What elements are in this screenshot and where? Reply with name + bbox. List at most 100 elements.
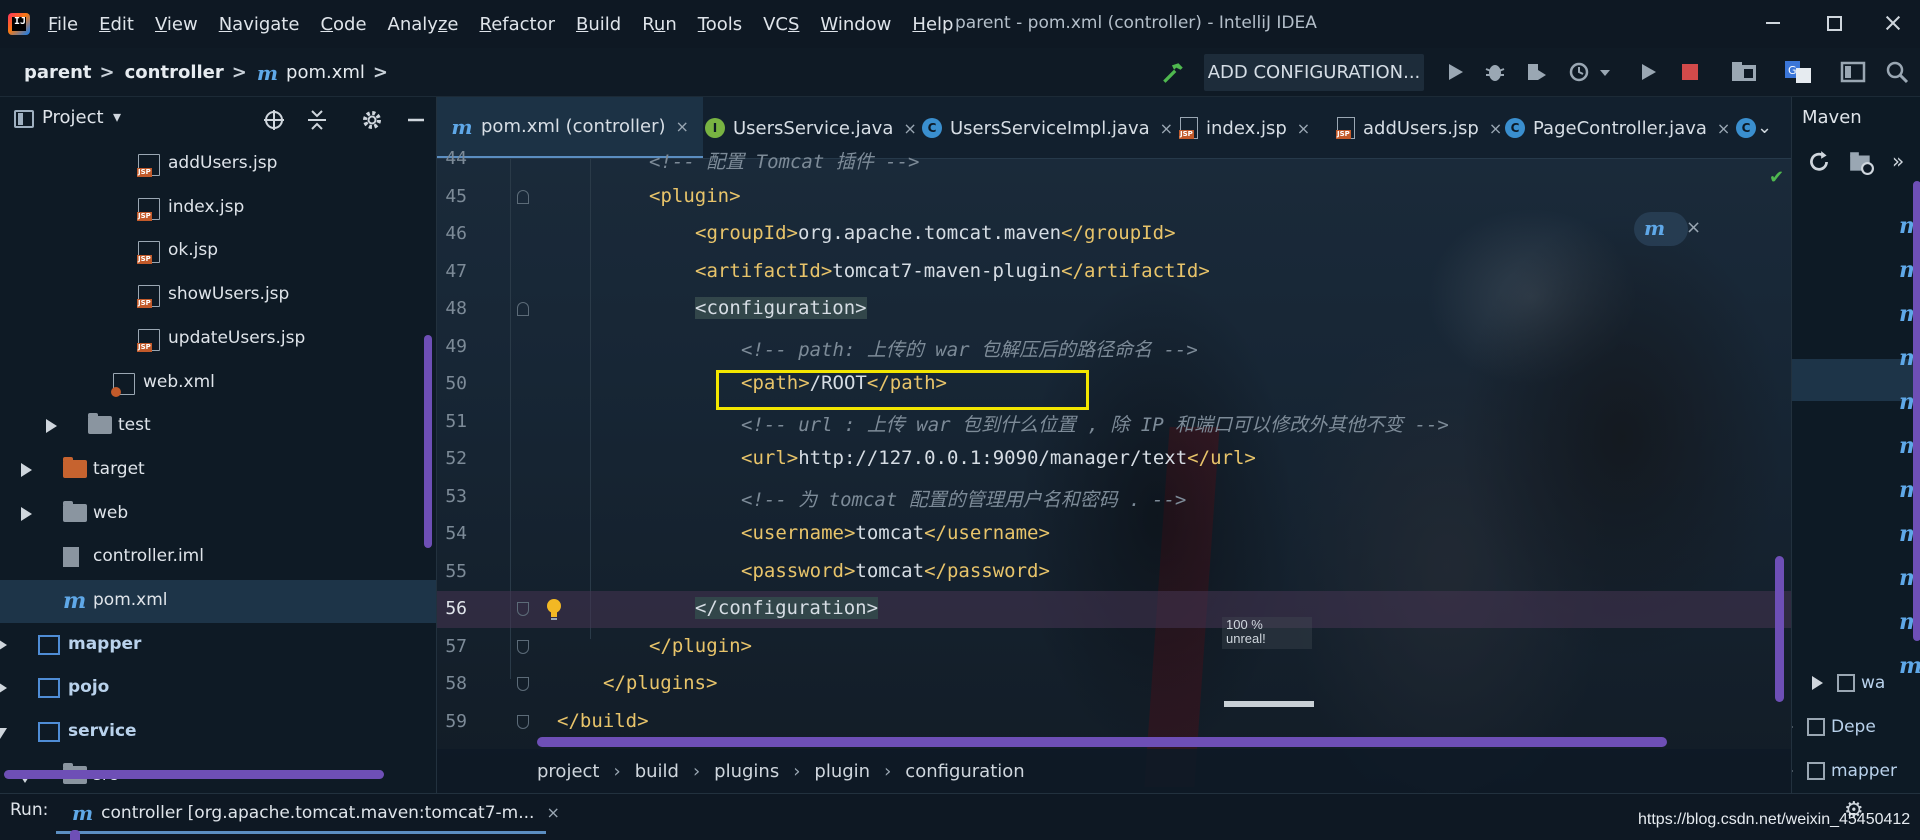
tree-row-test[interactable]: test <box>0 405 436 448</box>
tree-collapse-icon[interactable] <box>0 725 7 740</box>
fold-end-icon[interactable] <box>517 677 529 691</box>
maven-tree-row-mapper[interactable]: mapper <box>1792 761 1897 781</box>
menu-view[interactable]: View <box>155 14 198 35</box>
chevron-down-icon[interactable]: ▾ <box>113 107 121 126</box>
stop-icon[interactable] <box>1678 60 1702 84</box>
tree-row-mapper[interactable]: mapper <box>0 624 436 667</box>
fold-end-icon[interactable] <box>517 714 529 729</box>
fold-end-icon[interactable] <box>517 639 529 654</box>
menu-edit[interactable]: Edit <box>99 14 134 35</box>
collapse-all-icon[interactable] <box>305 108 329 132</box>
tree-row-pom-xml[interactable]: m pom.xml <box>0 580 436 623</box>
restore-window-icon[interactable] <box>1818 8 1848 38</box>
breadcrumb-controller[interactable]: controller <box>125 62 224 83</box>
menu-code[interactable]: Code <box>320 14 366 35</box>
maven-tree-row-dependencies[interactable]: Depe <box>1792 717 1876 737</box>
crosshair-icon[interactable] <box>262 108 286 132</box>
tree-row-ok-jsp[interactable]: ok.jsp <box>0 230 436 273</box>
code-line-58[interactable]: 58 </plugins> <box>437 666 1791 703</box>
maven-title[interactable]: Maven <box>1802 107 1862 128</box>
search-icon[interactable] <box>1885 60 1909 84</box>
maven-project-icon[interactable]: m <box>1899 653 1920 679</box>
add-configuration-button[interactable]: ADD CONFIGURATION... <box>1204 54 1424 91</box>
lightbulb-icon[interactable] <box>545 598 563 622</box>
maven-tree-row-wa[interactable]: wa <box>1812 673 1885 693</box>
code-line-48[interactable]: 48 <configuration> <box>437 291 1791 328</box>
fold-start-icon[interactable] <box>517 302 529 316</box>
code-line-53[interactable]: 53 <!-- 为 tomcat 配置的管理用户名和密码 . --> <box>437 479 1791 516</box>
editor-breadcrumb-plugin[interactable]: plugin <box>814 761 870 782</box>
editor-breadcrumb-project[interactable]: project <box>537 761 599 782</box>
project-tree-vertical-scrollbar[interactable] <box>424 335 432 548</box>
tree-expand-icon[interactable] <box>18 462 32 477</box>
project-title[interactable]: Project <box>42 107 104 128</box>
tab-overflow-icon[interactable]: ⌄ <box>1757 117 1772 138</box>
hammer-icon[interactable] <box>1160 60 1186 86</box>
tree-expand-icon[interactable] <box>18 506 32 521</box>
debug-icon[interactable] <box>1483 60 1507 84</box>
tree-row-pojo[interactable]: pojo <box>0 667 436 710</box>
menu-build[interactable]: Build <box>576 14 621 35</box>
close-window-icon[interactable] <box>1878 8 1908 38</box>
run-configuration-tab[interactable]: m controller [org.apache.tomcat.maven:to… <box>56 794 560 834</box>
tree-row-controller-iml[interactable]: controller.iml <box>0 536 436 579</box>
menu-refactor[interactable]: Refactor <box>479 14 555 35</box>
code-line-49[interactable]: 49 <!-- path: 上传的 war 包解压后的路径命名 --> <box>437 329 1791 366</box>
tree-row-web[interactable]: web <box>0 493 436 536</box>
fold-end-icon[interactable] <box>517 602 529 616</box>
code-line-44[interactable]: 44 <!-- 配置 Tomcat 插件 --> <box>437 141 1791 178</box>
close-icon[interactable]: × <box>1297 119 1310 138</box>
tree-row-showusers-jsp[interactable]: showUsers.jsp <box>0 274 436 317</box>
close-icon[interactable]: × <box>1686 217 1701 238</box>
tree-row-service[interactable]: service <box>0 711 436 754</box>
more-icon[interactable]: » <box>1892 149 1918 175</box>
tree-expand-icon[interactable] <box>43 419 57 434</box>
generate-sources-icon[interactable] <box>1848 149 1874 175</box>
breadcrumb-parent[interactable]: parent <box>24 62 92 83</box>
menu-help[interactable]: Help <box>912 14 953 35</box>
code-line-45[interactable]: 45 <plugin> <box>437 179 1791 216</box>
reload-icon[interactable] <box>1806 149 1832 175</box>
tree-row-target[interactable]: target <box>0 449 436 492</box>
coverage-icon[interactable] <box>1524 60 1548 84</box>
play-icon[interactable] <box>1636 60 1660 84</box>
menu-navigate[interactable]: Navigate <box>219 14 300 35</box>
menu-window[interactable]: Window <box>820 14 891 35</box>
code-line-51[interactable]: 51 <!-- url : 上传 war 包到什么位置 , 除 IP 和端口可以修… <box>437 404 1791 441</box>
code-line-52[interactable]: 52 <url>http://127.0.0.1:9090/manager/tex… <box>437 441 1791 478</box>
code-line-59[interactable]: 59 </build> <box>437 704 1791 741</box>
tree-row-index-jsp[interactable]: index.jsp <box>0 187 436 230</box>
code-line-50[interactable]: 50 <path>/ROOT</path> <box>437 366 1791 403</box>
code-line-46[interactable]: 46 <groupId>org.apache.tomcat.maven</grou… <box>437 216 1791 253</box>
profile-icon[interactable] <box>1568 60 1592 84</box>
code-line-54[interactable]: 54 <username>tomcat</username> <box>437 516 1791 553</box>
editor-breadcrumb-build[interactable]: build <box>635 761 679 782</box>
menu-file[interactable]: File <box>48 14 78 35</box>
menu-analyze[interactable]: Analyze <box>388 14 459 35</box>
code-line-56[interactable]: 56 </configuration> <box>437 591 1791 628</box>
tree-row-addusers-jsp[interactable]: addUsers.jsp <box>0 143 436 186</box>
code-line-55[interactable]: 55 <password>tomcat</password> <box>437 554 1791 591</box>
breadcrumb-pom-xml[interactable]: pom.xml <box>286 62 365 83</box>
profile-dropdown-icon[interactable] <box>1598 60 1612 84</box>
code-line-47[interactable]: 47 <artifactId>tomcat7-maven-plugin</arti… <box>437 254 1791 291</box>
gear-icon[interactable] <box>360 108 384 132</box>
close-icon[interactable]: × <box>546 803 559 822</box>
menu-tools[interactable]: Tools <box>698 14 742 35</box>
editor-breadcrumb-configuration[interactable]: configuration <box>905 761 1024 782</box>
editor-vertical-scrollbar[interactable] <box>1775 556 1784 702</box>
editor-horizontal-scrollbar[interactable] <box>537 737 1667 747</box>
fold-start-icon[interactable] <box>517 189 529 204</box>
project-tree-horizontal-scrollbar[interactable] <box>4 770 384 779</box>
maven-vertical-scrollbar[interactable] <box>1913 181 1920 641</box>
tree-expand-icon[interactable] <box>0 681 7 696</box>
minimize-window-icon[interactable] <box>1758 8 1788 38</box>
menu-vcs[interactable]: VCS <box>763 14 799 35</box>
terminal-icon[interactable] <box>1840 60 1866 84</box>
menu-run[interactable]: Run <box>642 14 677 35</box>
tree-row-web-xml[interactable]: web.xml <box>0 362 436 405</box>
project-structure-icon[interactable] <box>1730 60 1758 84</box>
maven-reload-button[interactable]: m <box>1634 212 1688 246</box>
translate-icon[interactable]: G <box>1784 60 1812 84</box>
close-icon[interactable]: × <box>676 117 689 136</box>
